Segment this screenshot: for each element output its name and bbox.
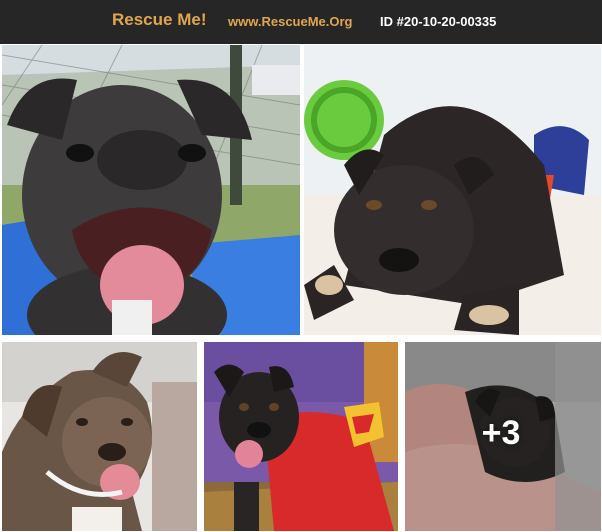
brand-logo[interactable]: Rescue Me! bbox=[112, 10, 206, 30]
pet-id-text: ID #20-10-20-00335 bbox=[380, 14, 497, 29]
pet-photo-1[interactable] bbox=[2, 45, 300, 335]
site-header: Rescue Me! www.RescueMe.Org ID #20-10-20… bbox=[0, 0, 602, 44]
more-photos-count: +3 bbox=[481, 414, 521, 452]
more-photos-overlay[interactable]: +3 bbox=[405, 342, 601, 531]
pet-photo-2[interactable] bbox=[304, 45, 601, 335]
site-url-link[interactable]: www.RescueMe.Org bbox=[228, 14, 353, 29]
pet-photo-4[interactable] bbox=[204, 342, 398, 531]
pet-photo-3[interactable] bbox=[2, 342, 197, 531]
pet-photo-5[interactable]: +3 bbox=[405, 342, 601, 531]
